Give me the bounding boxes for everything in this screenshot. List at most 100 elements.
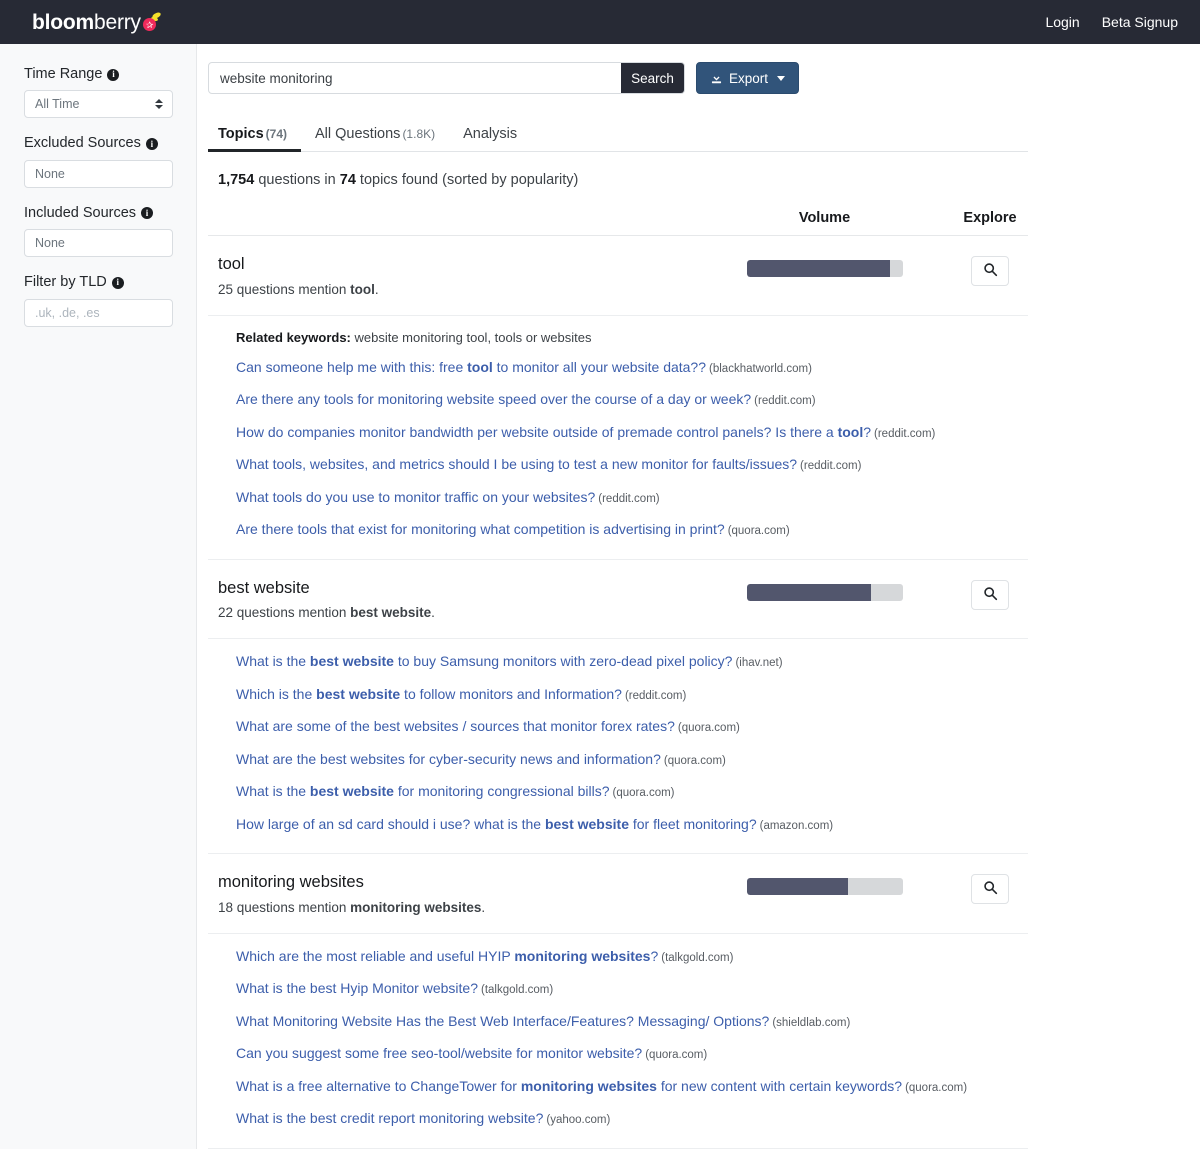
question-highlight-term: tool: [837, 423, 864, 440]
result-tabs: Topics (74) All Questions (1.8K) Analysis: [208, 121, 1028, 152]
question-source: (reddit.com): [598, 492, 660, 505]
topic-name: tool: [218, 255, 245, 273]
beta-signup-link[interactable]: Beta Signup: [1102, 14, 1178, 30]
question-text-pre: What is a free alternative to ChangeTowe…: [236, 1077, 521, 1094]
excluded-sources-input[interactable]: None: [24, 159, 173, 188]
question-source: (ihav.net): [735, 657, 783, 670]
question-link[interactable]: What tools do you use to monitor traffic…: [236, 489, 595, 505]
filters-sidebar: Time Range i All Time Excluded Sources i…: [0, 44, 197, 1149]
berry-star-icon: ✰: [145, 19, 154, 30]
question-text-pre: Are there tools that exist for monitorin…: [236, 521, 725, 538]
question-link[interactable]: How do companies monitor bandwidth per w…: [236, 424, 871, 440]
question-text-pre: Can someone help me with this: free: [236, 358, 468, 375]
question-link[interactable]: What Monitoring Website Has the Best Web…: [236, 1013, 769, 1029]
time-range-select[interactable]: All Time: [24, 90, 173, 119]
question-link[interactable]: What is the best website for monitoring …: [236, 783, 610, 799]
summary-questions-count: 1,754: [218, 172, 255, 188]
question-link[interactable]: What is the best credit report monitorin…: [236, 1110, 543, 1126]
question-highlight-term: best website: [309, 653, 394, 670]
question-text-pre: What tools, websites, and metrics should…: [236, 456, 798, 473]
topic-question-count: 25: [218, 281, 234, 297]
explore-button[interactable]: [971, 579, 1009, 610]
question-source: (quora.com): [905, 1081, 968, 1094]
filter-by-tld: Filter by TLD i .uk, .de, .es: [24, 274, 173, 327]
time-range-info-icon[interactable]: i: [107, 68, 120, 81]
question-link[interactable]: What tools, websites, and metrics should…: [236, 456, 797, 472]
included-sources-value: None: [35, 236, 65, 251]
question-text-pre: What is the: [236, 653, 310, 670]
question-link[interactable]: What is the best Hyip Monitor website?: [236, 980, 478, 996]
question-link[interactable]: What are the best websites for cyber-sec…: [236, 751, 661, 767]
topic-header-row: tool 25 questions mention tool.: [208, 236, 1028, 316]
main-content: Search Export Topics(74) All Questions(1…: [197, 44, 1200, 1149]
included-sources-input[interactable]: None: [24, 229, 173, 258]
question-source: (reddit.com): [754, 395, 816, 408]
tab-all-questions-count: (1.8K): [402, 127, 436, 141]
volume-cell: [707, 254, 942, 277]
excluded-sources-info-icon[interactable]: i: [145, 138, 158, 151]
tld-info-icon[interactable]: i: [111, 276, 124, 289]
results-table-header: Volume Explore: [208, 210, 1028, 236]
question-link[interactable]: Can you suggest some free seo-tool/websi…: [236, 1045, 642, 1061]
time-range-label: Time Range: [24, 66, 103, 82]
question-highlight-term: monitoring websites: [520, 1077, 657, 1094]
question-text-pre: What are some of the best websites / sou…: [236, 718, 675, 735]
topic-block: monitoring websites 18 questions mention …: [208, 854, 1028, 1149]
question-source: (yahoo.com): [546, 1114, 611, 1127]
question-link[interactable]: What is the best website to buy Samsung …: [236, 653, 732, 669]
question-link[interactable]: What are some of the best websites / sou…: [236, 718, 675, 734]
tab-topics[interactable]: Topics (74): [208, 121, 301, 152]
question-link[interactable]: Which is the best website to follow moni…: [236, 686, 622, 702]
question-source: (talkgold.com): [481, 984, 554, 997]
included-sources-info-icon[interactable]: i: [141, 207, 154, 220]
login-link[interactable]: Login: [1045, 14, 1079, 30]
topic-mention-period: .: [481, 899, 486, 915]
question-link[interactable]: Are there any tools for monitoring websi…: [236, 391, 751, 407]
explore-button[interactable]: [971, 874, 1009, 905]
explore-button[interactable]: [971, 256, 1009, 286]
question-link[interactable]: Which are the most reliable and useful H…: [236, 948, 658, 964]
search-icon: [983, 586, 998, 604]
excluded-sources-label-row: Excluded Sources i: [24, 135, 172, 152]
tab-all-questions[interactable]: All Questions (1.8K): [301, 121, 449, 151]
question-text-pre: What are the best websites for cyber-sec…: [236, 750, 661, 767]
question-row: What is the best website to buy Samsung …: [236, 653, 1028, 671]
question-source: (talkgold.com): [661, 951, 734, 964]
search-button[interactable]: Search: [621, 63, 684, 93]
export-button[interactable]: Export: [696, 62, 800, 94]
question-source: (quora.com): [612, 787, 675, 800]
question-link[interactable]: What is a free alternative to ChangeTowe…: [236, 1078, 902, 1094]
topic-mention-period: .: [431, 605, 435, 621]
question-text-pre: How large of an sd card should i use? wh…: [236, 815, 545, 832]
question-link[interactable]: Are there tools that exist for monitorin…: [236, 521, 725, 537]
question-highlight-term: best website: [544, 815, 629, 832]
tld-input[interactable]: .uk, .de, .es: [24, 298, 173, 327]
question-text-post: ?: [650, 947, 659, 964]
topic-questions: Related keywords: website monitoring too…: [208, 316, 1028, 560]
question-row: Are there any tools for monitoring websi…: [236, 391, 1028, 409]
volume-bar-track: [746, 583, 903, 601]
explore-cell: [942, 578, 1038, 610]
filter-time-range: Time Range i All Time: [24, 66, 173, 119]
question-row: What is the best Hyip Monitor website? (t…: [236, 980, 1028, 998]
search-input[interactable]: [209, 63, 621, 93]
tab-analysis[interactable]: Analysis: [449, 121, 531, 151]
related-keywords-label: Related keywords:: [236, 329, 351, 345]
search-row: Search Export: [208, 62, 1038, 94]
question-row: What are some of the best websites / sou…: [236, 718, 1028, 736]
topic-header-row: monitoring websites 18 questions mention …: [208, 854, 1028, 934]
topics-list: tool 25 questions mention tool. Related ke…: [208, 236, 1038, 1149]
question-source: (reddit.com): [800, 460, 862, 473]
summary-tail-text: topics found (sorted by popularity): [355, 172, 579, 188]
question-row: What Monitoring Website Has the Best Web…: [236, 1013, 1028, 1031]
tab-topics-count: (74): [265, 127, 287, 141]
question-text-pre: Are there any tools for monitoring websi…: [236, 391, 752, 408]
volume-bar-fill: [746, 583, 872, 601]
brand-logo[interactable]: bloomberry ✰: [32, 12, 162, 33]
question-text-post: for monitoring congressional bills?: [393, 783, 610, 800]
filter-included-sources: Included Sources i None: [24, 205, 173, 258]
topic-mention-term: best website: [350, 605, 432, 621]
question-link[interactable]: How large of an sd card should i use? wh…: [236, 816, 757, 832]
question-row: What is a free alternative to ChangeTowe…: [236, 1078, 1028, 1096]
question-link[interactable]: Can someone help me with this: free tool…: [236, 359, 706, 375]
